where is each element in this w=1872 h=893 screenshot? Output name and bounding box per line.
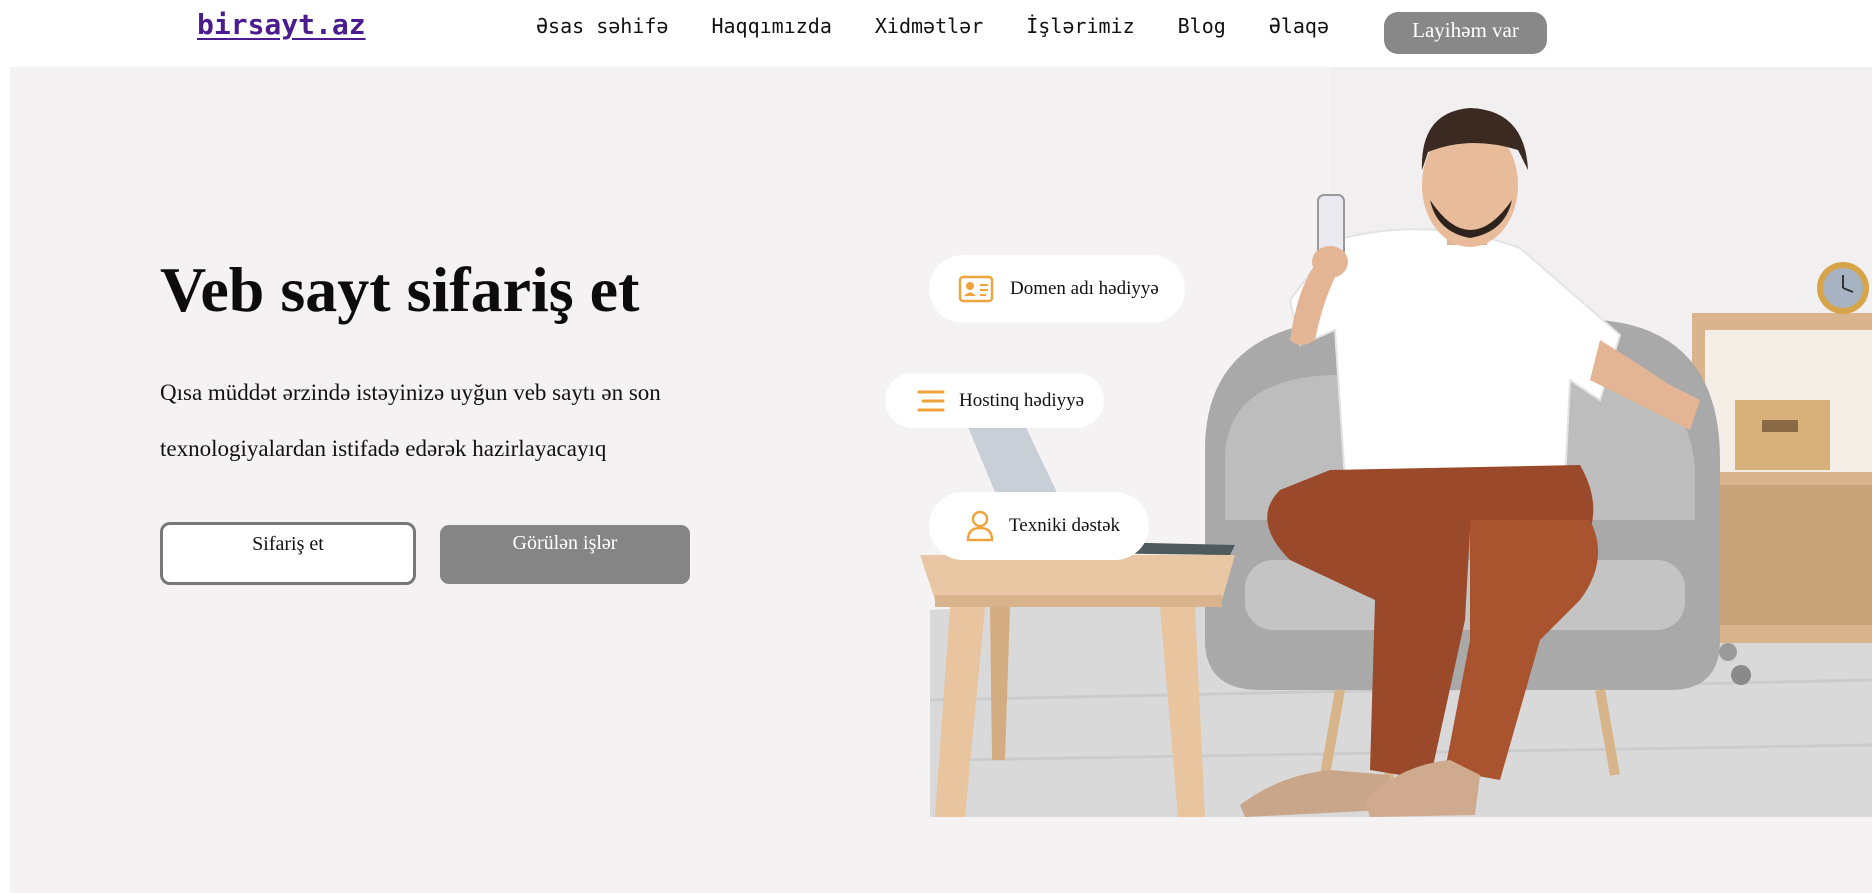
user-icon	[966, 510, 994, 542]
nav-about[interactable]: Haqqımızda	[711, 14, 831, 38]
nav-contact[interactable]: Əlaqə	[1269, 14, 1329, 38]
feature-support: Texniki dəstək	[929, 492, 1149, 560]
main-nav: Əsas səhifə Haqqımızda Xidmətlər İşlərim…	[536, 14, 1372, 38]
nav-services[interactable]: Xidmətlər	[875, 14, 983, 38]
hero-illustration	[920, 67, 1872, 817]
feature-domain: Domen adı hədiyyə	[929, 255, 1185, 323]
hero-section: Veb sayt sifariş et Qısa müddət ərzində …	[10, 67, 1872, 893]
project-cta-button[interactable]: Layihəm var	[1384, 12, 1547, 54]
nav-portfolio[interactable]: İşlərimiz	[1026, 14, 1134, 38]
nav-blog[interactable]: Blog	[1178, 14, 1226, 38]
site-logo[interactable]: birsayt.az	[197, 8, 366, 41]
feature-domain-label: Domen adı hədiyyə	[1010, 278, 1159, 299]
nav-home[interactable]: Əsas səhifə	[536, 14, 668, 38]
feature-support-label: Texniki dəstək	[1009, 515, 1121, 536]
id-card-icon	[958, 275, 994, 303]
feature-hosting-label: Hostinq hədiyyə	[959, 389, 1085, 411]
site-header: birsayt.az Əsas səhifə Haqqımızda Xidmət…	[0, 0, 1872, 67]
menu-lines-icon	[917, 390, 945, 411]
feature-hosting: Hostinq hədiyyə	[885, 373, 1104, 428]
